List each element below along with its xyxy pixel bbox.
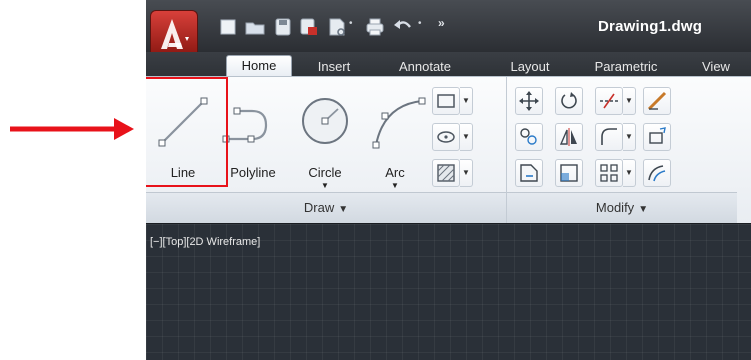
new-icon[interactable]	[218, 16, 240, 38]
stretch-tool-button[interactable]	[515, 159, 543, 187]
save-as-icon[interactable]	[298, 16, 320, 38]
modify-panel: ▼ ▼ ▼ Modify ▼	[506, 77, 737, 223]
tab-insert[interactable]: Insert	[308, 58, 360, 76]
rectangle-icon	[437, 94, 455, 108]
ribbon-tab-bar: Home Insert Annotate Layout Parametric V…	[146, 52, 751, 77]
rectangle-dropdown-icon[interactable]: ▼	[460, 87, 473, 115]
polyline-tool-label: Polyline	[230, 165, 276, 180]
ellipse-dropdown-icon[interactable]: ▼	[460, 123, 473, 151]
title-bar: • • » Drawing1.dwg	[146, 0, 751, 55]
ellipse-tool-button[interactable]	[432, 123, 460, 151]
hatch-icon	[437, 164, 455, 182]
rectangle-tool-button[interactable]	[432, 87, 460, 115]
explode-icon	[649, 127, 666, 144]
array-tool-button[interactable]	[595, 159, 623, 187]
draw-panel: Line Polyline Circle ▼ Arc ▼ ▼ ▼ ▼ Draw …	[146, 77, 506, 223]
scale-icon	[560, 164, 578, 182]
copy-tool-button[interactable]	[515, 123, 543, 151]
rotate-icon	[561, 92, 577, 109]
tab-layout[interactable]: Layout	[500, 58, 560, 76]
polyline-icon	[222, 107, 268, 143]
hatch-tool-button[interactable]	[432, 159, 460, 187]
line-icon	[158, 97, 208, 147]
viewport-controls-label[interactable]: [−][Top][2D Wireframe]	[150, 236, 260, 248]
fillet-dropdown-icon[interactable]: ▼	[623, 123, 636, 151]
arc-dropdown-icon[interactable]: ▼	[362, 181, 428, 190]
trim-tool-button[interactable]	[595, 87, 623, 115]
circle-tool-button[interactable]: Circle ▼	[292, 85, 358, 190]
modify-panel-footer[interactable]: Modify ▼	[507, 192, 737, 223]
line-tool-button[interactable]: Line	[148, 85, 218, 185]
fillet-icon	[601, 128, 617, 145]
offset-tool-button[interactable]	[643, 159, 671, 187]
undo-icon[interactable]	[392, 16, 414, 38]
move-icon	[519, 91, 539, 111]
trim-icon	[600, 93, 618, 109]
scale-tool-button[interactable]	[555, 159, 583, 187]
circle-dropdown-icon[interactable]: ▼	[292, 181, 358, 190]
ellipse-icon	[437, 131, 455, 143]
open-icon[interactable]	[244, 16, 266, 38]
arc-tool-label: Arc	[385, 165, 405, 180]
more-icon[interactable]: »	[438, 16, 460, 38]
arc-icon	[372, 97, 426, 149]
mirror-tool-button[interactable]	[555, 123, 583, 151]
autocad-window: • • » Drawing1.dwg Home Insert Annotate …	[146, 0, 751, 360]
fillet-tool-button[interactable]	[595, 123, 623, 151]
tab-home[interactable]: Home	[226, 55, 292, 77]
move-tool-button[interactable]	[515, 87, 543, 115]
undo-dropdown-icon[interactable]: •	[418, 18, 440, 40]
ribbon: Line Polyline Circle ▼ Arc ▼ ▼ ▼ ▼ Draw …	[146, 76, 751, 223]
offset-icon	[648, 165, 666, 182]
erase-icon	[647, 91, 667, 111]
stretch-icon	[520, 164, 538, 182]
autocad-logo-icon	[161, 19, 189, 49]
copy-icon	[520, 128, 537, 145]
trim-dropdown-icon[interactable]: ▼	[623, 87, 636, 115]
tab-parametric[interactable]: Parametric	[584, 58, 668, 76]
tab-view[interactable]: View	[702, 58, 751, 76]
hatch-dropdown-icon[interactable]: ▼	[460, 159, 473, 187]
explode-tool-button[interactable]	[643, 123, 671, 151]
polyline-tool-button[interactable]: Polyline	[220, 85, 286, 185]
draw-panel-expand-icon: ▼	[338, 204, 349, 215]
tab-annotate[interactable]: Annotate	[390, 58, 460, 76]
circle-icon	[302, 98, 348, 144]
plot-preview-icon[interactable]	[326, 16, 348, 38]
mirror-icon	[559, 128, 577, 146]
array-dropdown-icon[interactable]: ▼	[623, 159, 636, 187]
application-menu-button[interactable]	[150, 10, 198, 55]
modify-panel-title: Modify	[595, 200, 635, 215]
drawing-viewport[interactable]: [−][Top][2D Wireframe]	[146, 223, 751, 360]
rotate-tool-button[interactable]	[555, 87, 583, 115]
save-icon[interactable]	[272, 16, 294, 38]
array-icon	[600, 164, 618, 182]
modify-panel-expand-icon: ▼	[638, 204, 649, 215]
erase-tool-button[interactable]	[643, 87, 671, 115]
arc-tool-button[interactable]: Arc ▼	[362, 85, 428, 190]
circle-tool-label: Circle	[308, 165, 342, 180]
print-icon[interactable]	[364, 16, 386, 38]
draw-panel-title: Draw	[303, 200, 335, 215]
draw-panel-footer[interactable]: Draw ▼	[146, 192, 506, 223]
document-title: Drawing1.dwg	[598, 18, 703, 35]
line-tool-label: Line	[170, 165, 196, 180]
pointer-arrow	[10, 118, 134, 140]
